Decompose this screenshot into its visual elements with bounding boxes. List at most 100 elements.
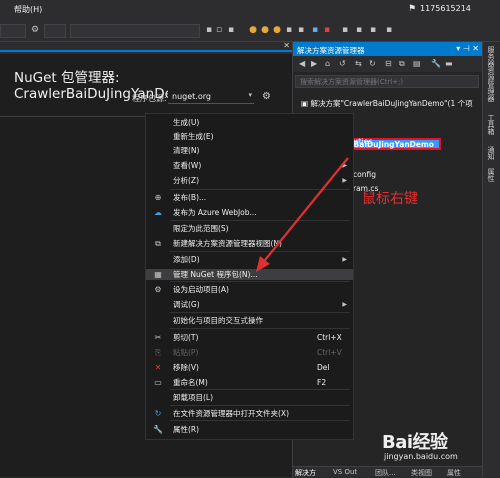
menu-bar: 帮助(H) ⚑ 1175615214 <box>0 0 500 20</box>
menu-item-14[interactable]: ✂ 剪切(T) Ctrl+X <box>146 332 353 343</box>
platform-combo[interactable] <box>44 24 66 38</box>
tab-vs-out[interactable]: VS Out <box>333 468 357 476</box>
submenu-arrow-icon: ▶ <box>342 301 347 308</box>
menu-item-label: 在文件资源管理器中打开文件夹(X) <box>173 409 289 418</box>
toolbar-icon-b[interactable]: ▫ <box>214 25 224 35</box>
toolbar-icon-a[interactable]: ▪ <box>204 25 214 35</box>
document-tab-bar: ✕ <box>0 41 292 52</box>
menu-item-13[interactable]: 初始化与项目的交互式操作 <box>146 315 353 326</box>
menu-separator <box>170 220 350 221</box>
remove-icon: ✕ <box>154 363 162 372</box>
toolbar-icon-j[interactable]: ▪ <box>322 25 332 35</box>
back-icon[interactable]: ◀ <box>299 59 305 68</box>
startup-combo[interactable] <box>70 24 200 38</box>
menu-item-2[interactable]: 清理(N) <box>146 145 353 156</box>
menu-help[interactable]: 帮助(H) <box>14 4 42 15</box>
baidu-url: jingyan.baidu.com <box>384 452 458 461</box>
paste-icon: ⎘ <box>154 348 162 357</box>
pane-controls-icon[interactable]: ▾ ⊣ ✕ <box>456 44 479 53</box>
tree-item-properties[interactable]: erties <box>351 137 372 146</box>
vtab-server-explorer[interactable]: 服务器资源管理器 <box>486 46 496 102</box>
attach-icon[interactable]: ⚙ <box>30 25 40 35</box>
view-icon[interactable]: ▤ <box>413 59 421 68</box>
menu-item-label: 重新生成(E) <box>173 132 214 141</box>
package-source-select[interactable]: nuget.org ▾ <box>168 90 254 104</box>
baidu-logo: Bai经验 <box>382 432 448 453</box>
package-source-value: nuget.org <box>172 92 211 101</box>
menu-item-20[interactable]: 🔧 属性(R) <box>146 424 353 435</box>
menu-item-label: 重命名(M) <box>173 378 208 387</box>
solution-search-input[interactable] <box>296 76 478 87</box>
menu-item-label: 属性(R) <box>173 425 200 434</box>
toolbar-icon-i[interactable]: ▪ <box>310 25 320 35</box>
gear-icon[interactable]: ⚙ <box>262 91 271 102</box>
preview-icon[interactable]: ▬ <box>445 59 453 68</box>
menu-item-11[interactable]: ⚙ 设为启动项目(A) <box>146 284 353 295</box>
toolbar-icon-g[interactable]: ▪ <box>284 25 294 35</box>
vtab-notifications[interactable]: 通知 <box>486 146 496 160</box>
tree-item-solution[interactable]: ▣ 解决方案"CrawlerBaiDuJingYanDemo"(1 个项 <box>301 98 473 109</box>
new-view-icon: ⧉ <box>155 239 161 248</box>
toolbar-icon-n[interactable]: ▪ <box>384 25 394 35</box>
solution-config-combo[interactable] <box>0 24 26 38</box>
menu-item-8[interactable]: ⧉ 新建解决方案资源管理器视图(N) <box>146 238 353 249</box>
menu-separator <box>170 312 350 313</box>
chevron-down-icon: ▾ <box>248 91 252 99</box>
solution-explorer-title-bar: 解决方案资源管理器 ▾ ⊣ ✕ <box>293 42 483 56</box>
history-icon[interactable]: ↺ <box>339 59 346 68</box>
forward-icon[interactable]: ▶ <box>311 59 317 68</box>
menu-item-4[interactable]: 分析(Z) ▶ <box>146 175 353 186</box>
folder-open-icon: ↻ <box>154 409 162 418</box>
submenu-arrow-icon: ▶ <box>342 177 347 184</box>
solution-explorer-title: 解决方案资源管理器 <box>297 46 365 55</box>
menu-separator <box>170 328 350 329</box>
menu-item-label: 发布(B)... <box>173 193 207 202</box>
menu-item-label: 查看(W) <box>173 161 202 170</box>
toolbar-icon-h[interactable]: ▪ <box>296 25 306 35</box>
menu-item-label: 粘贴(P) <box>173 348 199 357</box>
menu-item-10[interactable]: ▦ 管理 NuGet 程序包(N)... <box>146 269 353 280</box>
menu-item-16[interactable]: ✕ 移除(V) Del <box>146 362 353 373</box>
refresh-icon[interactable]: ↻ <box>369 59 376 68</box>
toolbar-icon-d[interactable]: ● <box>248 25 258 35</box>
toolbar-icon-k[interactable]: ▪ <box>340 25 350 35</box>
menu-item-label: 移除(V) <box>173 363 199 372</box>
menu-item-1[interactable]: 重新生成(E) <box>146 131 353 142</box>
vtab-toolbox[interactable]: 工具箱 <box>486 114 496 135</box>
menu-item-7[interactable]: 限定为此范围(S) <box>146 223 353 234</box>
menu-item-shortcut: F2 <box>317 378 327 387</box>
menu-item-5[interactable]: ⊕ 发布(B)... <box>146 192 353 203</box>
menu-item-3[interactable]: 查看(W) ▶ <box>146 160 353 171</box>
toolbar-icon-f[interactable]: ● <box>272 25 282 35</box>
properties-icon[interactable]: 🔧 <box>431 59 441 68</box>
toolbar-icon-e[interactable]: ● <box>260 25 270 35</box>
flag-icon[interactable]: ⚑ <box>408 4 416 14</box>
tab-close-icon[interactable]: ✕ <box>283 41 290 50</box>
menu-item-17[interactable]: ▭ 重命名(M) F2 <box>146 377 353 388</box>
vtab-properties[interactable]: 属性 <box>486 168 496 182</box>
menu-separator <box>170 251 350 252</box>
menu-separator <box>170 420 350 421</box>
toolbar-icon-m[interactable]: ▪ <box>368 25 378 35</box>
show-all-icon[interactable]: ⧉ <box>399 59 405 69</box>
baidu-watermark: Bai经验 jingyan.baidu.com <box>382 428 458 461</box>
menu-item-19[interactable]: ↻ 在文件资源管理器中打开文件夹(X) <box>146 408 353 419</box>
menu-item-0[interactable]: 生成(U) <box>146 117 353 128</box>
menu-item-18[interactable]: 卸载项目(L) <box>146 392 353 403</box>
menu-item-12[interactable]: 调试(G) ▶ <box>146 299 353 310</box>
rename-icon: ▭ <box>154 378 162 387</box>
toolbar-icon-l[interactable]: ▪ <box>354 25 364 35</box>
toolbar-icon-c[interactable]: ▪ <box>226 25 236 35</box>
user-account[interactable]: 1175615214 <box>420 4 471 13</box>
solution-explorer-bottom-tabs: 解决方 VS Out 团队... 类视图 属性 <box>293 466 483 477</box>
collapse-icon[interactable]: ⊟ <box>385 59 392 68</box>
menu-item-9[interactable]: 添加(D) ▶ <box>146 254 353 265</box>
menu-item-15: ⎘ 粘贴(P) Ctrl+V <box>146 347 353 358</box>
solution-search-box[interactable] <box>295 75 479 88</box>
sync-icon[interactable]: ⇆ <box>355 59 362 68</box>
tree-item-config[interactable]: config <box>353 170 376 179</box>
menu-item-label: 清理(N) <box>173 146 200 155</box>
menu-item-6[interactable]: ☁ 发布为 Azure WebJob... <box>146 207 353 218</box>
home-icon[interactable]: ⌂ <box>325 59 330 68</box>
solution-explorer-toolbar: ◀ ▶ ⌂ ↺ ⇆ ↻ ⊟ ⧉ ▤ 🔧 ▬ <box>293 56 483 72</box>
